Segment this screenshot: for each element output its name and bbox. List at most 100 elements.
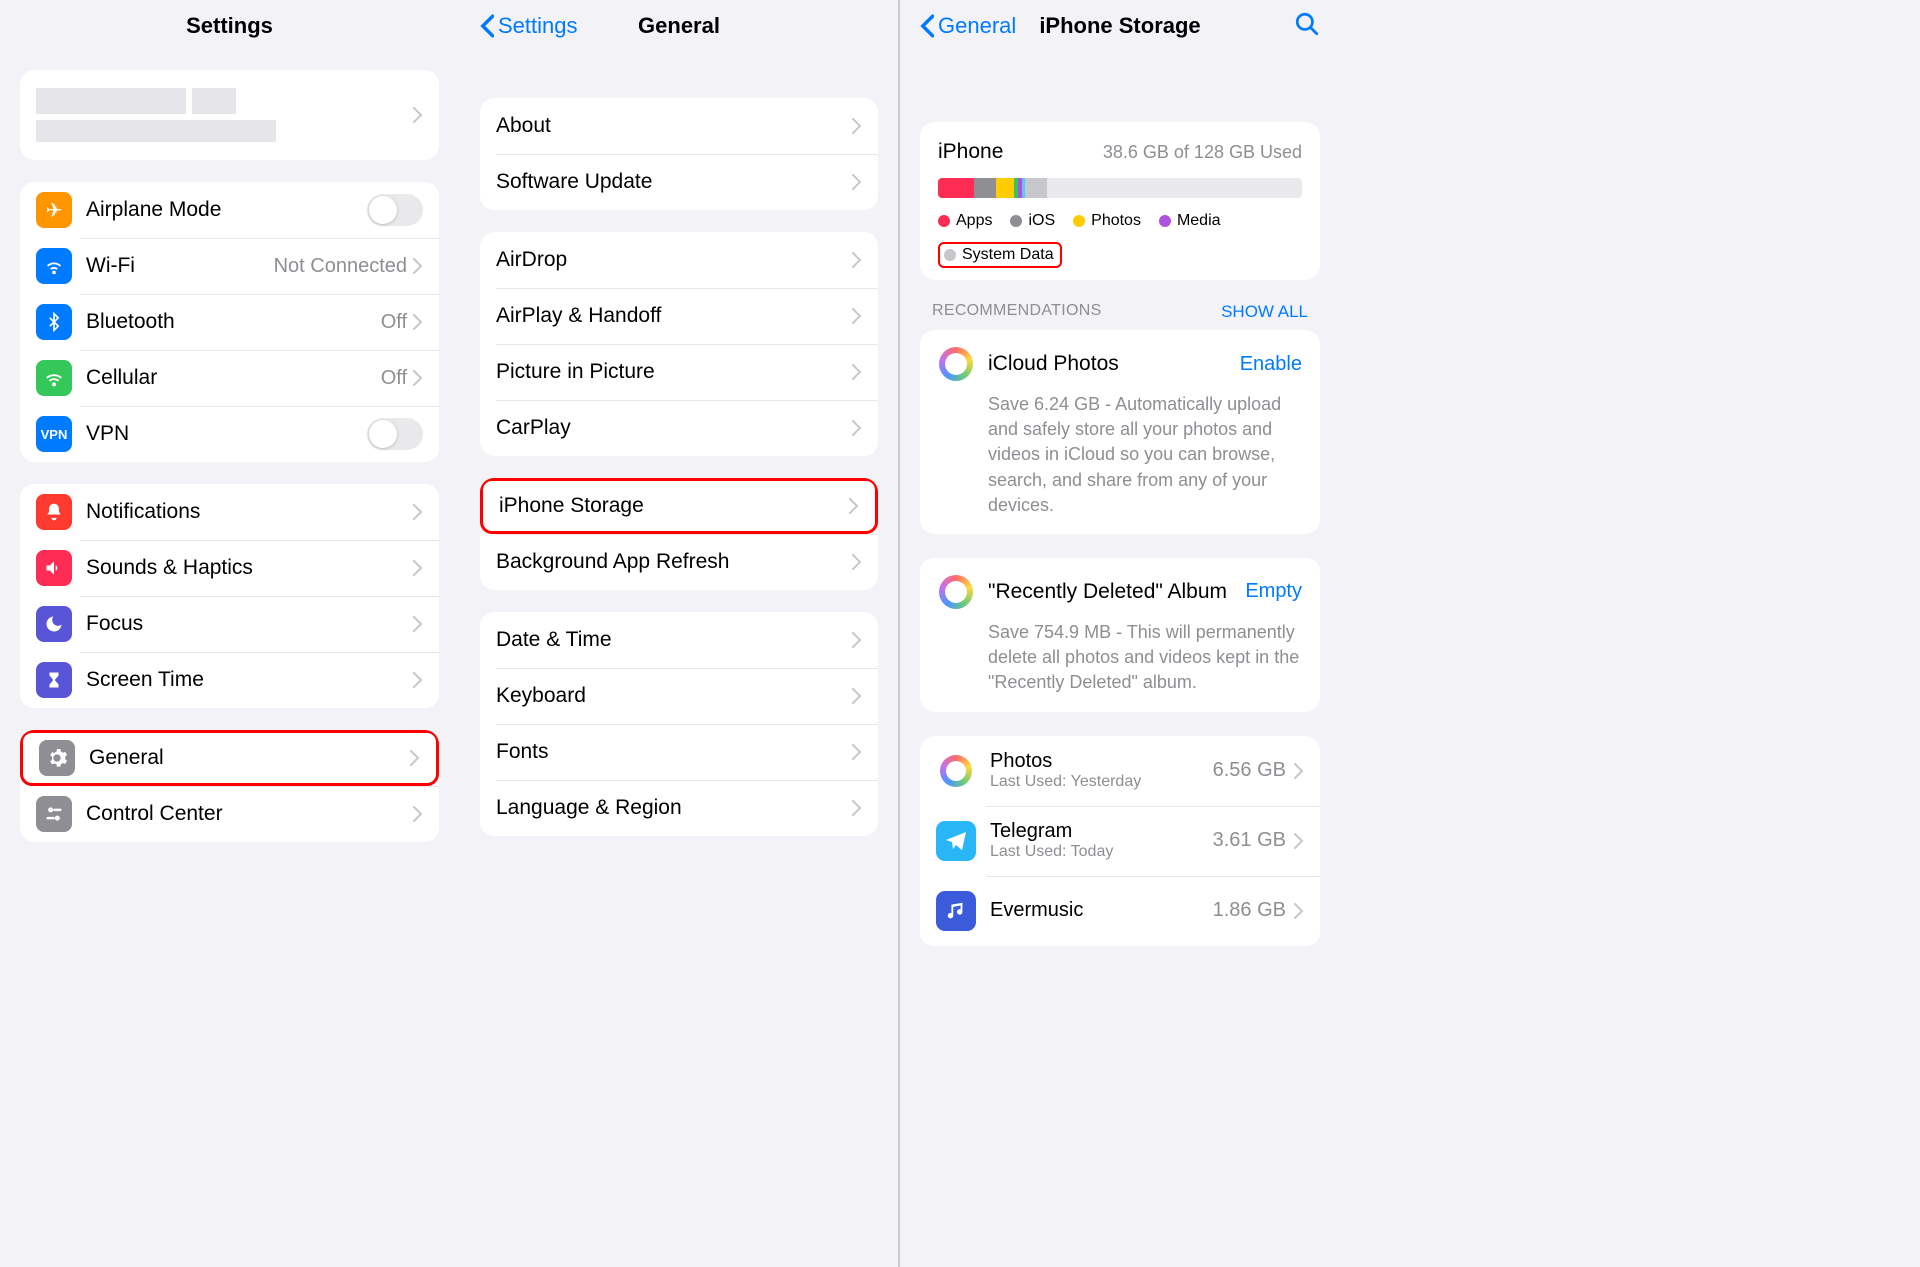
profile-group [20,70,439,160]
chevron-right-icon [410,750,420,766]
wifi-row[interactable]: Wi-Fi Not Connected [20,238,439,294]
vpn-toggle[interactable] [367,418,423,450]
controlcenter-row[interactable]: Control Center [20,786,439,842]
chevron-right-icon [852,744,862,760]
legend-media: Media [1159,212,1221,230]
language-row[interactable]: Language & Region [480,780,878,836]
chevron-right-icon [852,632,862,648]
recommendations-header: RECOMMENDATIONS SHOW ALL [920,280,1320,330]
chevron-right-icon [413,672,423,688]
app-row-telegram[interactable]: Telegram Last Used: Today 3.61 GB [920,806,1320,876]
chevron-right-icon [1294,833,1304,849]
chevron-right-icon [413,370,423,386]
chevron-right-icon [852,554,862,570]
bell-icon [36,494,72,530]
connectivity-group: ✈ Airplane Mode Wi-Fi Not Connected Blue… [20,182,439,462]
speaker-icon [36,550,72,586]
back-button[interactable]: General [920,13,1016,39]
about-row[interactable]: About [480,98,878,154]
airplay-row[interactable]: AirPlay & Handoff [480,288,878,344]
storage-summary-card: iPhone 38.6 GB of 128 GB Used Apps iOS P… [920,122,1320,280]
storage-group: iPhone Storage Background App Refresh [480,478,878,590]
legend-ios: iOS [1010,212,1055,230]
chevron-right-icon [852,174,862,190]
back-button[interactable]: Settings [480,13,578,39]
chevron-right-icon [413,504,423,520]
fonts-row[interactable]: Fonts [480,724,878,780]
app-row-evermusic[interactable]: Evermusic 1.86 GB [920,876,1320,946]
telegram-app-icon [936,821,976,861]
storage-used-text: 38.6 GB of 128 GB Used [1103,142,1302,163]
notifications-group: Notifications Sounds & Haptics Focus Scr… [20,484,439,708]
cellular-row[interactable]: Cellular Off [20,350,439,406]
app-storage-list: Photos Last Used: Yesterday 6.56 GB Tele… [920,736,1320,946]
sliders-icon [36,796,72,832]
airdrop-row[interactable]: AirDrop [480,232,878,288]
chevron-right-icon [413,806,423,822]
photos-app-icon [936,751,976,791]
chevron-right-icon [413,314,423,330]
chevron-right-icon [852,420,862,436]
chevron-right-icon [413,560,423,576]
page-title: iPhone Storage [1039,13,1200,39]
chevron-right-icon [1294,903,1304,919]
chevron-right-icon [852,308,862,324]
hourglass-icon [36,662,72,698]
vpn-icon: VPN [36,416,72,452]
chevron-right-icon [852,800,862,816]
airdrop-group: AirDrop AirPlay & Handoff Picture in Pic… [480,232,878,456]
page-title: Settings [186,13,273,39]
about-group: About Software Update [480,98,878,210]
input-group: Date & Time Keyboard Fonts Language & Re… [480,612,878,836]
photos-icon [938,574,974,610]
page-title: General [638,13,720,39]
profile-row[interactable] [20,70,439,160]
search-icon[interactable] [1294,11,1320,42]
show-all-link[interactable]: SHOW ALL [1221,302,1308,322]
recently-deleted-recommendation[interactable]: "Recently Deleted" Album Empty Save 754.… [920,558,1320,712]
vpn-row[interactable]: VPN VPN [20,406,439,462]
device-name: iPhone [938,140,1003,164]
legend-system-data: System Data [938,242,1062,268]
legend-photos: Photos [1073,212,1141,230]
datetime-row[interactable]: Date & Time [480,612,878,668]
chevron-right-icon [849,498,859,514]
chevron-right-icon [852,688,862,704]
screentime-row[interactable]: Screen Time [20,652,439,708]
background-refresh-row[interactable]: Background App Refresh [480,534,878,590]
chevron-right-icon [413,616,423,632]
bluetooth-icon [36,304,72,340]
bluetooth-row[interactable]: Bluetooth Off [20,294,439,350]
nav-general: Settings General [480,4,878,48]
gear-icon [39,740,75,776]
sounds-row[interactable]: Sounds & Haptics [20,540,439,596]
nav-storage: General iPhone Storage [920,4,1320,48]
airplane-mode-row[interactable]: ✈ Airplane Mode [20,182,439,238]
general-row[interactable]: General [20,730,439,786]
storage-legend: Apps iOS Photos Media System Data [938,212,1302,268]
empty-link[interactable]: Empty [1245,580,1302,603]
keyboard-row[interactable]: Keyboard [480,668,878,724]
system-group: General Control Center [20,730,439,842]
storage-bar [938,178,1302,198]
photos-icon [938,346,974,382]
chevron-right-icon [852,364,862,380]
carplay-row[interactable]: CarPlay [480,400,878,456]
enable-link[interactable]: Enable [1240,353,1302,376]
evermusic-app-icon [936,891,976,931]
software-update-row[interactable]: Software Update [480,154,878,210]
notifications-row[interactable]: Notifications [20,484,439,540]
moon-icon [36,606,72,642]
airplane-icon: ✈ [36,192,72,228]
app-row-photos[interactable]: Photos Last Used: Yesterday 6.56 GB [920,736,1320,806]
cellular-icon [36,360,72,396]
airplane-toggle[interactable] [367,194,423,226]
chevron-right-icon [1294,763,1304,779]
chevron-right-icon [852,118,862,134]
iphone-storage-row[interactable]: iPhone Storage [480,478,878,534]
pip-row[interactable]: Picture in Picture [480,344,878,400]
chevron-right-icon [413,258,423,274]
chevron-right-icon [852,252,862,268]
focus-row[interactable]: Focus [20,596,439,652]
icloud-photos-recommendation[interactable]: iCloud Photos Enable Save 6.24 GB - Auto… [920,330,1320,534]
